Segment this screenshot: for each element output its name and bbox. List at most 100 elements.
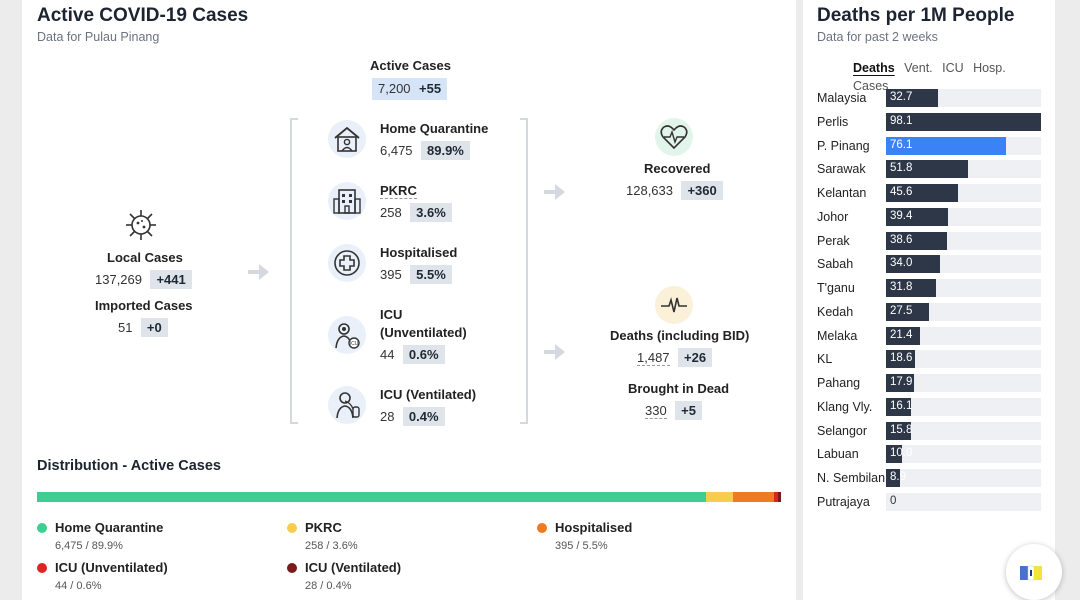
state-name: Labuan bbox=[817, 447, 859, 462]
bar-value: 39.4 bbox=[890, 209, 913, 222]
state-row[interactable]: T'ganu 31.8 bbox=[817, 279, 1047, 299]
hospitalised-value: 395 bbox=[380, 267, 402, 282]
tab-icu[interactable]: ICU bbox=[942, 61, 964, 75]
panel-subtitle: Data for Pulau Pinang bbox=[37, 30, 160, 44]
state-row[interactable]: Johor 39.4 bbox=[817, 207, 1047, 228]
distribution-segment bbox=[705, 492, 733, 502]
state-name: Pahang bbox=[817, 376, 861, 390]
recovered-value: 128,633 bbox=[626, 183, 673, 198]
icu-ventilated-pct: 0.4% bbox=[402, 407, 445, 426]
bracket-right bbox=[520, 118, 528, 424]
deaths-per-million-panel: Deaths per 1M People Data for past 2 wee… bbox=[803, 0, 1055, 600]
hospitalised-label: Hospitalised bbox=[380, 245, 458, 260]
tab-hosp[interactable]: Hosp. bbox=[973, 61, 1006, 75]
home-quarantine-row: 6,475 89.9% bbox=[380, 141, 470, 160]
bar-value: 51.8 bbox=[890, 162, 913, 175]
distribution-segment bbox=[37, 492, 706, 502]
deaths-value[interactable]: 1,487 bbox=[637, 350, 670, 366]
legend-dot bbox=[287, 562, 297, 573]
bar-value: 34.0 bbox=[890, 257, 913, 270]
bar-value: 10.0 bbox=[890, 447, 913, 460]
state-row[interactable]: Sabah 34.0 bbox=[817, 255, 1047, 275]
legend-sub: 6,475 / 89.9% bbox=[55, 540, 123, 552]
state-row[interactable]: P. Pinang 76.1 bbox=[817, 136, 1047, 157]
distribution-segment bbox=[732, 492, 774, 502]
deaths-delta: +26 bbox=[678, 348, 713, 367]
state-row[interactable]: Labuan 10.0 bbox=[817, 445, 1047, 465]
active-cases-label: Active Cases bbox=[370, 58, 451, 73]
local-cases-delta: +441 bbox=[150, 270, 192, 289]
state-row[interactable]: Perak 38.6 bbox=[817, 231, 1047, 252]
bid-delta: +5 bbox=[675, 401, 702, 420]
state-row[interactable]: Klang Vly. 16.1 bbox=[817, 397, 1047, 418]
state-name: Melaka bbox=[817, 328, 858, 343]
tab-vent[interactable]: Vent. bbox=[904, 61, 933, 75]
local-cases-row: 137,269 +441 bbox=[95, 270, 192, 289]
distribution-title: Distribution - Active Cases bbox=[37, 458, 221, 474]
pulse-line-icon bbox=[655, 286, 693, 324]
state-name: Perlis bbox=[817, 114, 849, 129]
state-row[interactable]: Putrajaya 0 bbox=[817, 492, 1047, 513]
home-quarantine-pct: 89.9% bbox=[421, 141, 470, 160]
legend-icu-unventilated: ICU (Unventilated) 44 / 0.6% bbox=[37, 559, 168, 592]
imported-cases-value: 51 bbox=[118, 320, 133, 335]
state-row[interactable]: Perlis 98.1 bbox=[817, 112, 1047, 133]
local-cases-value: 137,269 bbox=[95, 272, 142, 287]
bar-track: 0 bbox=[886, 492, 1041, 511]
legend-name: Home Quarantine bbox=[55, 520, 164, 535]
legend-sub: 44 / 0.6% bbox=[55, 580, 102, 592]
icu-unventilated-pct: 0.6% bbox=[402, 345, 445, 364]
tab-deaths[interactable]: Deaths bbox=[853, 61, 895, 75]
legend-pkrc: PKRC 258 / 3.6% bbox=[287, 519, 358, 552]
bar-value: 27.5 bbox=[890, 304, 913, 317]
bar-track: 10.0 bbox=[886, 445, 1041, 464]
active-cases-panel: Active COVID-19 Cases Data for Pulau Pin… bbox=[22, 0, 796, 600]
panel-subtitle: Data for past 2 weeks bbox=[817, 30, 938, 44]
state-row[interactable]: Pahang 17.9 bbox=[817, 374, 1047, 394]
state-row[interactable]: Selangor 15.8 bbox=[817, 421, 1047, 442]
legend-dot bbox=[537, 522, 547, 533]
bar-track: 32.7 bbox=[886, 89, 1041, 107]
virus-icon bbox=[122, 206, 160, 249]
icu-patient-icon: ICU bbox=[328, 316, 366, 354]
legend-sub: 28 / 0.4% bbox=[305, 580, 352, 592]
bar-value: 8.9 bbox=[890, 471, 906, 483]
legend-name: PKRC bbox=[305, 520, 342, 535]
state-name: Sarawak bbox=[817, 162, 866, 177]
floating-flag-button[interactable] bbox=[1006, 544, 1062, 600]
bar-track: 16.1 bbox=[886, 397, 1041, 416]
state-row[interactable]: Malaysia 32.7 bbox=[817, 89, 1047, 109]
state-name: Kedah bbox=[817, 304, 854, 319]
bar-track: 76.1 bbox=[886, 136, 1041, 155]
local-cases-label: Local Cases bbox=[107, 250, 183, 265]
panel-title: Active COVID-19 Cases bbox=[37, 5, 249, 26]
bar-value: 21.4 bbox=[890, 328, 913, 341]
state-row[interactable]: Kelantan 45.6 bbox=[817, 184, 1047, 204]
legend-icu-ventilated: ICU (Ventilated) 28 / 0.4% bbox=[287, 559, 401, 592]
state-row[interactable]: Melaka 21.4 bbox=[817, 326, 1047, 347]
state-name: KL bbox=[817, 352, 833, 367]
legend-dot bbox=[37, 522, 47, 533]
pkrc-value: 258 bbox=[380, 205, 402, 220]
state-row[interactable]: Kedah 27.5 bbox=[817, 302, 1047, 323]
state-name: Kelantan bbox=[817, 186, 867, 200]
bar-value: 38.6 bbox=[890, 233, 913, 246]
state-row[interactable]: KL 18.6 bbox=[817, 350, 1047, 370]
state-name: P. Pinang bbox=[817, 138, 870, 153]
bar-track: 27.5 bbox=[886, 302, 1041, 321]
icu-ventilated-row: 28 0.4% bbox=[380, 407, 445, 426]
bar-value: 18.6 bbox=[890, 352, 913, 365]
state-row[interactable]: Sarawak 51.8 bbox=[817, 160, 1047, 180]
state-row[interactable]: N. Sembilan 8.9 bbox=[817, 469, 1047, 489]
icu-unventilated-label-2: (Unventilated) bbox=[380, 325, 467, 340]
heartbeat-icon bbox=[655, 118, 693, 156]
arrow-right-icon bbox=[544, 344, 565, 360]
penang-flag-icon bbox=[1020, 565, 1042, 581]
pkrc-label[interactable]: PKRC bbox=[380, 183, 417, 199]
bid-value[interactable]: 330 bbox=[645, 403, 667, 419]
home-quarantine-value: 6,475 bbox=[380, 143, 413, 158]
distribution-bar bbox=[37, 492, 781, 502]
legend-dot bbox=[287, 522, 297, 533]
icu-ventilated-label: ICU (Ventilated) bbox=[380, 387, 477, 402]
imported-cases-label: Imported Cases bbox=[95, 298, 193, 313]
